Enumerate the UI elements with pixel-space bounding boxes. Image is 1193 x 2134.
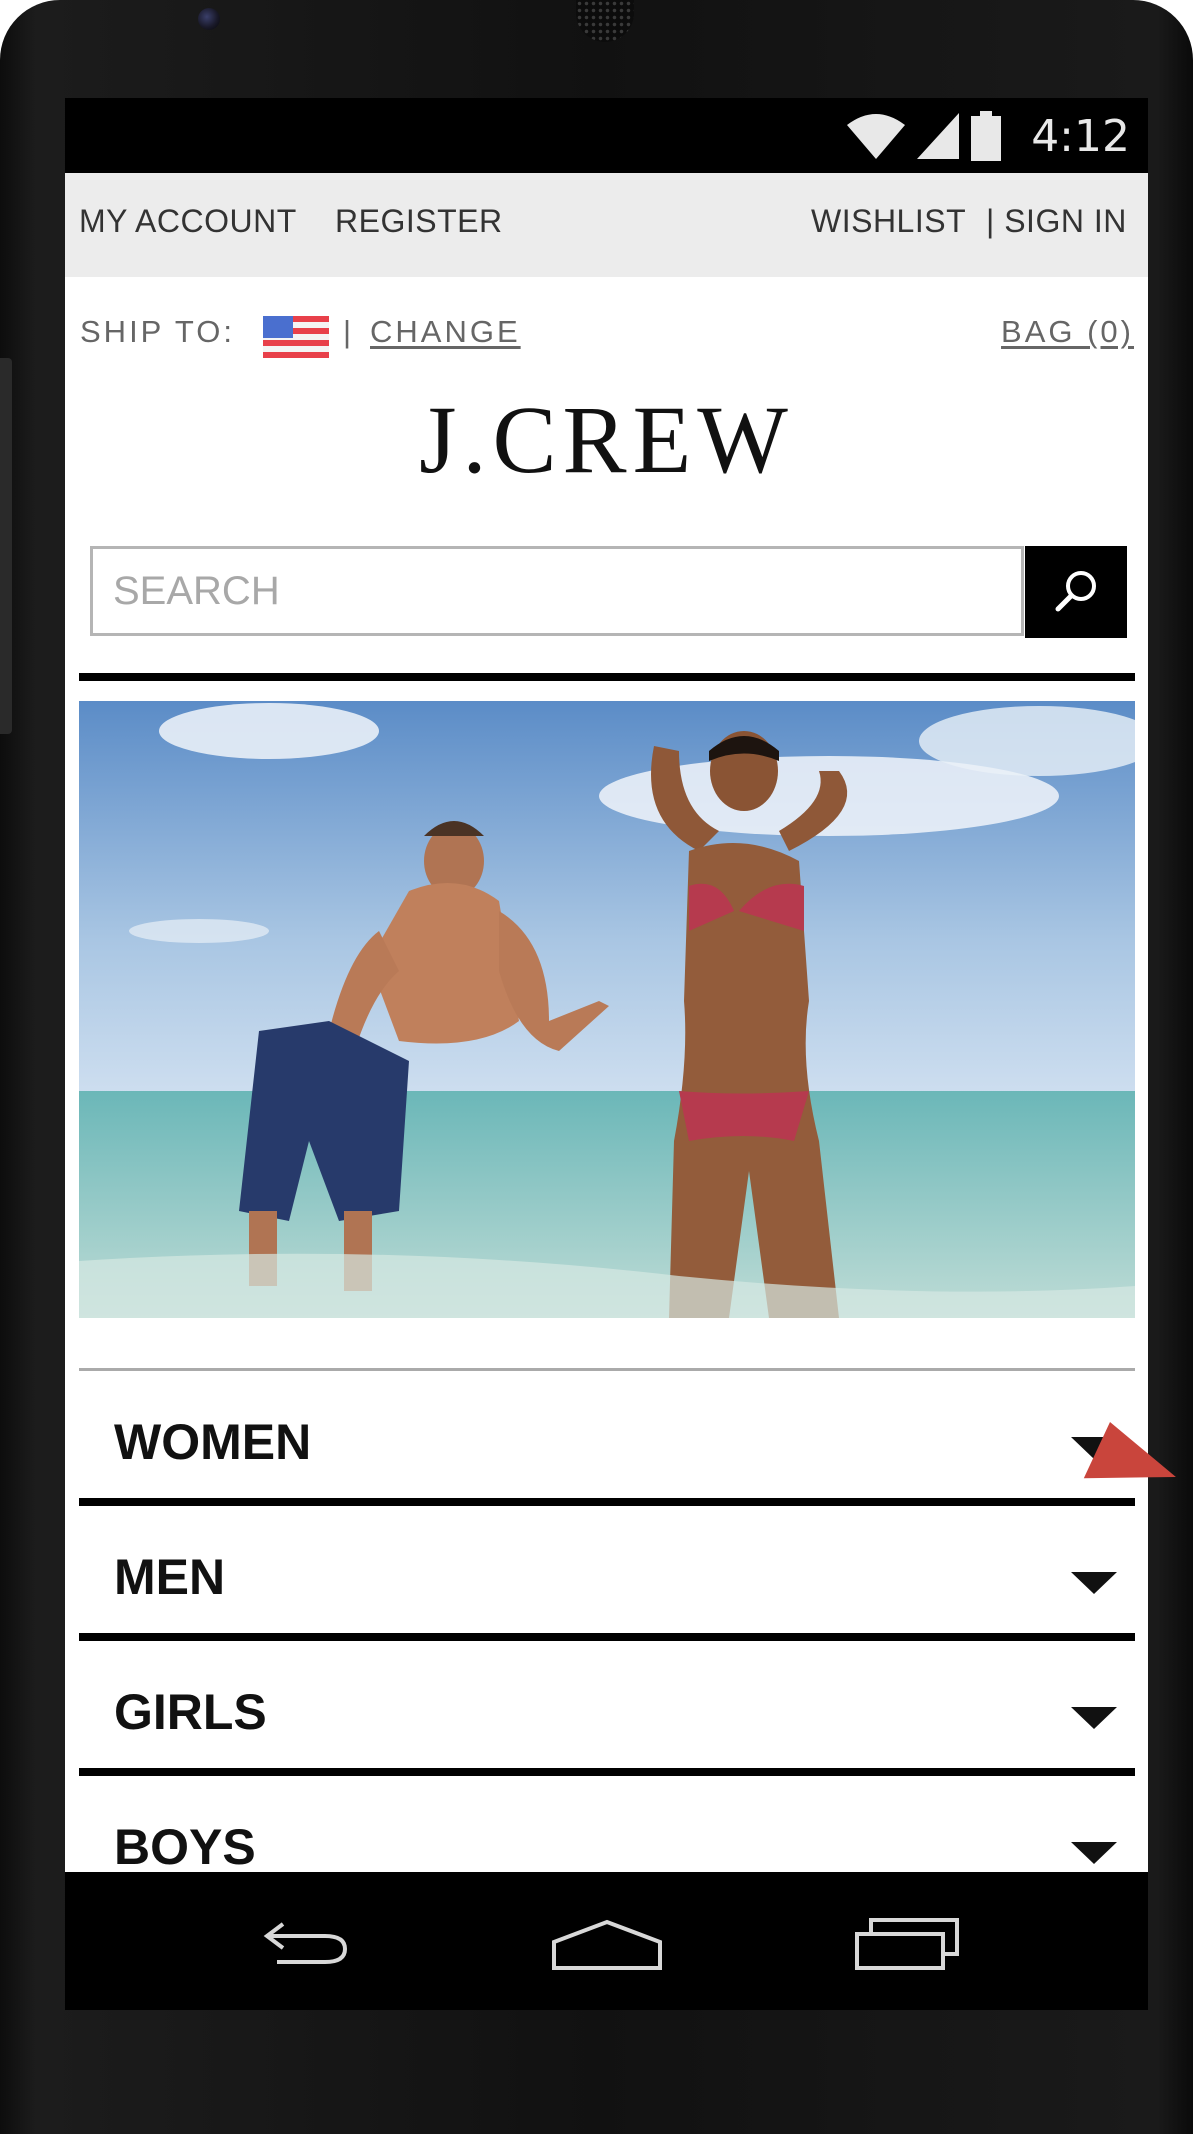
category-women[interactable]: WOMEN <box>79 1373 1135 1508</box>
system-nav-bar <box>65 1872 1148 2010</box>
back-icon[interactable] <box>253 1912 353 1972</box>
sign-in-link[interactable]: | SIGN IN <box>986 203 1127 240</box>
search-icon <box>1055 571 1096 612</box>
change-country-link[interactable]: CHANGE <box>370 314 521 350</box>
beach-couple-photo <box>79 701 1135 1318</box>
volume-button <box>0 358 12 734</box>
chevron-down-icon <box>1071 1842 1117 1864</box>
brand-logo[interactable]: J.CREW <box>65 384 1148 495</box>
recents-icon[interactable] <box>855 1912 959 1972</box>
ship-to-label: SHIP TO: <box>80 314 235 349</box>
search-button[interactable] <box>1025 546 1127 638</box>
status-bar: 4:12 <box>65 98 1148 173</box>
hero-divider <box>79 1368 1135 1371</box>
us-flag-icon <box>263 316 329 358</box>
hero-banner[interactable] <box>79 701 1135 1318</box>
search-input[interactable] <box>93 549 1021 633</box>
front-camera <box>198 8 220 30</box>
wifi-icon <box>847 114 906 159</box>
category-label: GIRLS <box>114 1684 267 1740</box>
category-label: BOYS <box>114 1819 256 1872</box>
chevron-down-icon <box>1071 1707 1117 1729</box>
home-icon[interactable] <box>550 1912 664 1972</box>
shopping-bag-link[interactable]: BAG (0) <box>1001 314 1134 350</box>
search-field[interactable] <box>90 546 1024 636</box>
signal-icon <box>917 113 960 159</box>
category-divider <box>79 1633 1135 1641</box>
earpiece-speaker <box>576 0 634 42</box>
category-men[interactable]: MEN <box>79 1508 1135 1643</box>
account-nav-bar: MY ACCOUNT REGISTER WISHLIST | SIGN IN <box>65 173 1148 277</box>
phone-frame: 4:12 MY ACCOUNT REGISTER WISHLIST | SIGN… <box>0 0 1193 2134</box>
category-label: MEN <box>114 1549 226 1605</box>
category-boys[interactable]: BOYS <box>79 1778 1135 1872</box>
header-divider <box>79 673 1135 681</box>
category-label: WOMEN <box>114 1414 312 1470</box>
ship-separator: | <box>343 314 352 349</box>
category-divider <box>79 1768 1135 1776</box>
wishlist-link[interactable]: WISHLIST <box>811 203 966 240</box>
phone-screen: 4:12 MY ACCOUNT REGISTER WISHLIST | SIGN… <box>65 98 1148 1872</box>
status-time: 4:12 <box>1031 110 1130 162</box>
chevron-down-icon <box>1071 1572 1117 1594</box>
category-divider <box>79 1498 1135 1506</box>
category-girls[interactable]: GIRLS <box>79 1643 1135 1778</box>
my-account-link[interactable]: MY ACCOUNT <box>79 203 297 240</box>
register-link[interactable]: REGISTER <box>335 203 503 240</box>
battery-icon <box>971 111 1002 161</box>
ship-to-bar: SHIP TO: | CHANGE BAG (0) <box>65 308 1148 358</box>
